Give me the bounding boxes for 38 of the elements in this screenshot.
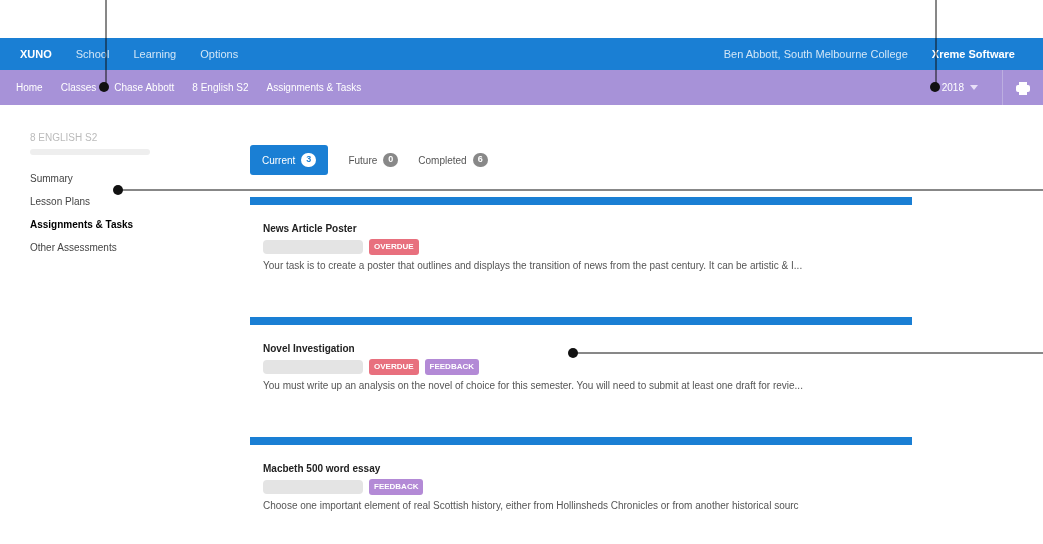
brand-logo[interactable]: XUNO: [20, 45, 52, 63]
task-card[interactable]: Novel Investigation OVERDUE FEEDBACK You must write up an analysis on the novel of choice for this semester. You will need to submit at least one draft for revie...: [250, 317, 912, 409]
status-tag: FEEDBACK: [424, 359, 479, 375]
count-badge: 6: [472, 153, 488, 167]
nav-link[interactable]: Options: [200, 45, 239, 63]
tab[interactable]: Future 0: [348, 145, 399, 175]
sidebar-item[interactable]: Assignments & Tasks: [30, 217, 134, 240]
task-card[interactable]: Macbeth 500 word essay FEEDBACK Choose one important element of real Scottish history, either from Hollinsheds Chronicles or from another historical sourc: [250, 437, 912, 529]
count-badge: 0: [383, 153, 399, 167]
sidebar-item[interactable]: Lesson Plans: [30, 194, 91, 217]
year-selector[interactable]: 2018: [941, 80, 978, 95]
nav-link[interactable]: Learning: [133, 45, 177, 63]
task-title: News Article Poster: [263, 222, 357, 236]
task-description: Your task is to create a poster that outlines and displays the transition of news from the past century. It can be artistic & I...: [263, 259, 804, 273]
task-title: Macbeth 500 word essay: [263, 462, 381, 476]
caret-icon: [970, 85, 978, 90]
breadcrumb-link[interactable]: Home: [16, 80, 43, 95]
status-tag: OVERDUE: [369, 239, 419, 255]
tab[interactable]: Current 3: [250, 145, 329, 175]
sidebar-item[interactable]: Summary: [30, 171, 73, 194]
count-badge: 3: [301, 153, 317, 167]
sidebar-title: 8 ENGLISH S2: [30, 131, 99, 145]
status-tag: OVERDUE: [369, 359, 419, 375]
vendor-name[interactable]: Xreme Software: [931, 45, 1015, 63]
status-tag: FEEDBACK: [369, 479, 424, 495]
task-description: Choose one important element of real Scottish history, either from Hollinsheds Chronicles or from another historical sourc: [263, 499, 800, 513]
task-description: You must write up an analysis on the novel of choice for this semester. You will need to submit at least one draft for revie...: [263, 379, 804, 393]
nav-link[interactable]: School: [75, 45, 110, 63]
user-name: Ben Abbott, South Melbourne College: [723, 46, 908, 62]
task-title: Novel Investigation: [263, 342, 355, 356]
tab[interactable]: Completed 6: [418, 145, 488, 175]
task-card[interactable]: News Article Poster OVERDUE Your task is to create a poster that outlines and displays the transition of news from the past century. It can be artistic & I...: [250, 197, 912, 289]
breadcrumb-link[interactable]: 8 English S2: [192, 80, 249, 95]
breadcrumb-link[interactable]: Classes: [60, 80, 97, 95]
printer-icon: [1015, 80, 1031, 95]
breadcrumb-link[interactable]: Assignments & Tasks: [266, 80, 362, 95]
sidebar-item[interactable]: Other Assessments: [30, 240, 117, 263]
breadcrumb-link[interactable]: Chase Abbott: [114, 80, 175, 95]
